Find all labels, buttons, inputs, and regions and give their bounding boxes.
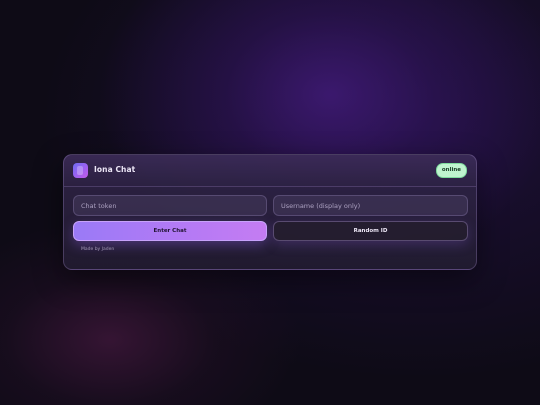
random-id-button[interactable]: Random ID [273,221,468,241]
card-header: Iona Chat online [64,155,476,187]
app-title: Iona Chat [94,165,136,174]
app-logo-mark [77,166,83,175]
footer-credit: Made by Jaden [81,247,115,252]
enter-chat-button[interactable]: Enter Chat [73,221,267,241]
chat-login-card: Iona Chat online Enter Chat Random ID Ma… [63,154,477,270]
username-input[interactable] [273,195,468,216]
chat-token-input[interactable] [73,195,267,216]
status-badge: online [435,163,467,178]
app-logo-icon [73,163,88,178]
